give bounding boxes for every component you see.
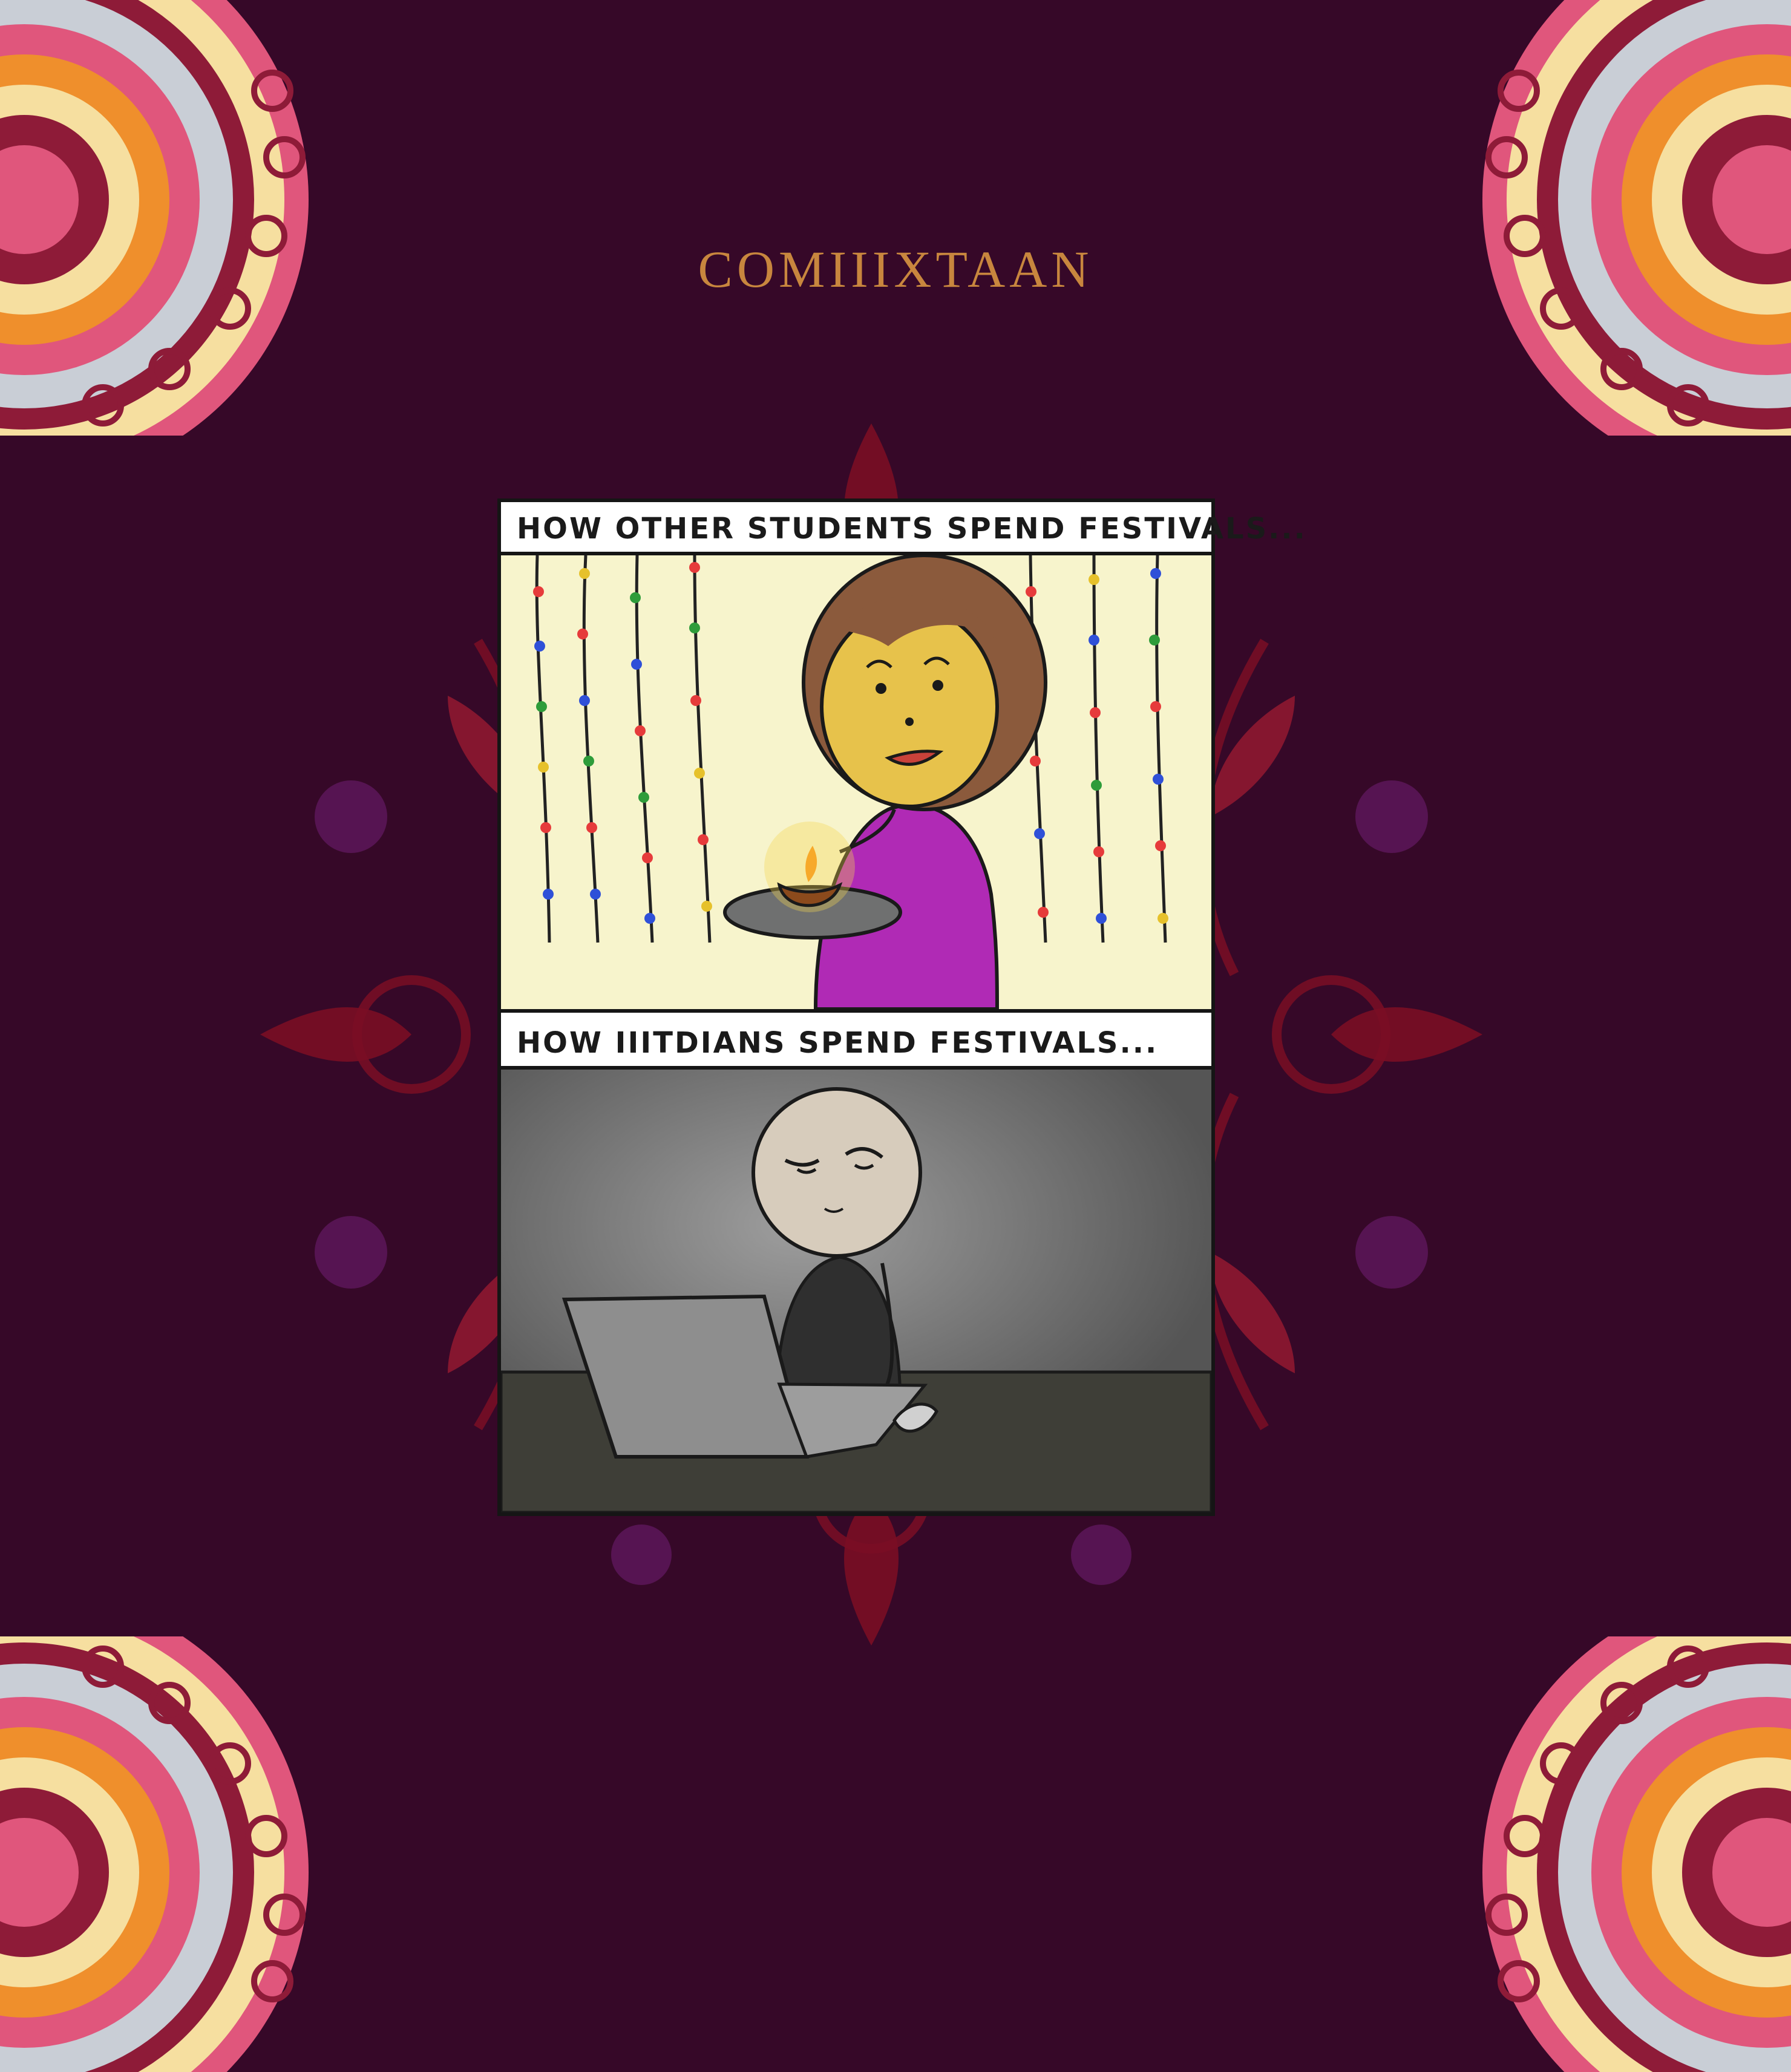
panel-1-illustration	[501, 555, 1211, 1009]
panel-2-illustration	[501, 1070, 1211, 1512]
panel-2-caption-bar: HOW IIITDIANS SPEND FESTIVALS...	[501, 1009, 1211, 1070]
student-at-laptop-scene	[501, 1070, 1211, 1512]
panel-2-caption: HOW IIITDIANS SPEND FESTIVALS...	[517, 1026, 1159, 1060]
comic-strip: HOW OTHER STUDENTS SPEND FESTIVALS... HO…	[497, 498, 1305, 1516]
panel-1-caption-bar: HOW OTHER STUDENTS SPEND FESTIVALS...	[501, 502, 1305, 555]
girl-with-diya-scene	[501, 555, 1211, 1009]
panel-1-caption: HOW OTHER STUDENTS SPEND FESTIVALS...	[517, 512, 1307, 546]
page-title: COMIIIXTAAN	[698, 240, 1093, 298]
